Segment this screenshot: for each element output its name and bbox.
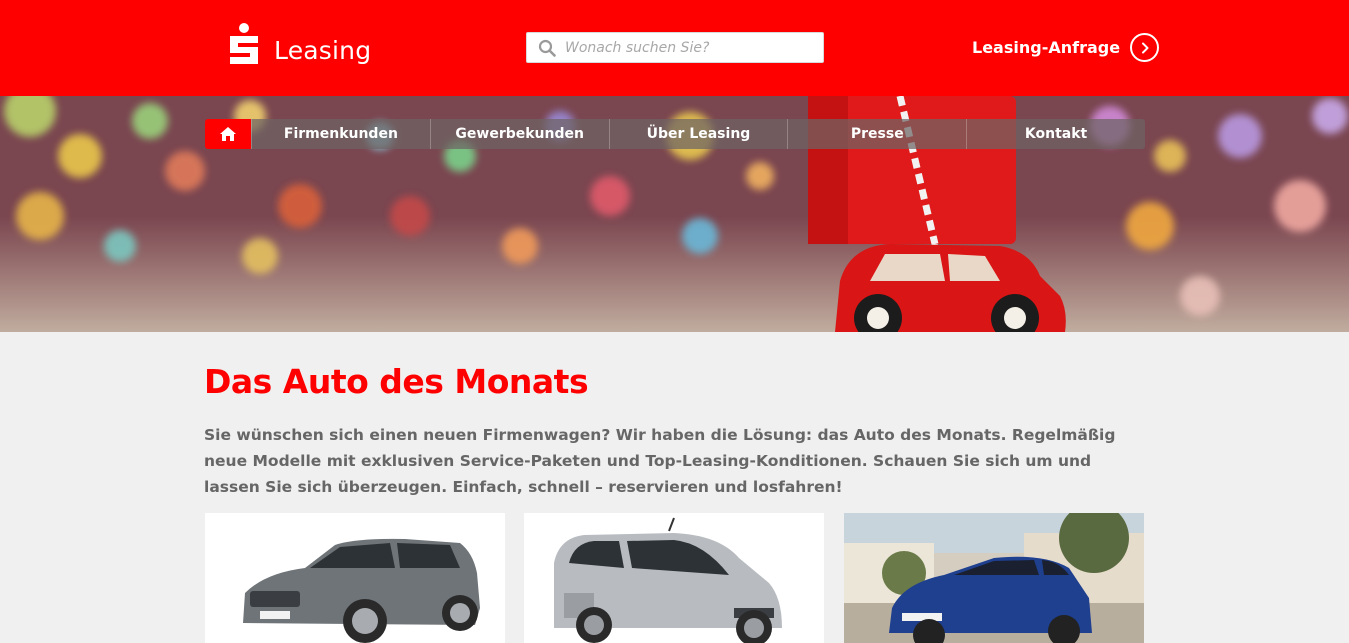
top-header: Leasing Leasing-Anfrage [0,0,1349,96]
nav-item-gewerbekunden[interactable]: Gewerbekunden [429,119,609,149]
brand-name: Leasing [274,35,372,65]
nav-item-firmenkunden[interactable]: Firmenkunden [251,119,430,149]
car-card-ford[interactable] [844,513,1144,643]
renault-car-image [524,513,824,643]
bmw-car-image [205,513,505,643]
page-title: Das Auto des Monats [204,362,589,401]
nav-home-button[interactable] [205,119,251,149]
car-card-renault[interactable] [524,513,824,643]
intro-text: Sie wünschen sich einen neuen Firmenwage… [204,426,1116,496]
search-input[interactable] [563,38,823,57]
sparkasse-leasing-logo[interactable]: Leasing [227,20,371,70]
main-navigation: Firmenkunden Gewerbekunden Über Leasing … [205,119,1145,149]
search-icon[interactable] [538,39,556,57]
chevron-right-circle-icon[interactable] [1130,33,1160,62]
chevron-right-icon [1141,42,1149,53]
home-icon [220,127,236,141]
leasing-request-link[interactable]: Leasing-Anfrage [972,31,1160,64]
nav-item-ueber-leasing[interactable]: Über Leasing [608,119,788,149]
ford-car-image [844,513,1144,643]
leasing-request-label: Leasing-Anfrage [972,38,1121,57]
car-card-bmw[interactable] [205,513,505,643]
search-box[interactable] [526,32,824,63]
sparkasse-logo-icon [230,23,258,64]
nav-item-presse[interactable]: Presse [787,119,966,149]
nav-item-kontakt[interactable]: Kontakt [966,119,1145,149]
